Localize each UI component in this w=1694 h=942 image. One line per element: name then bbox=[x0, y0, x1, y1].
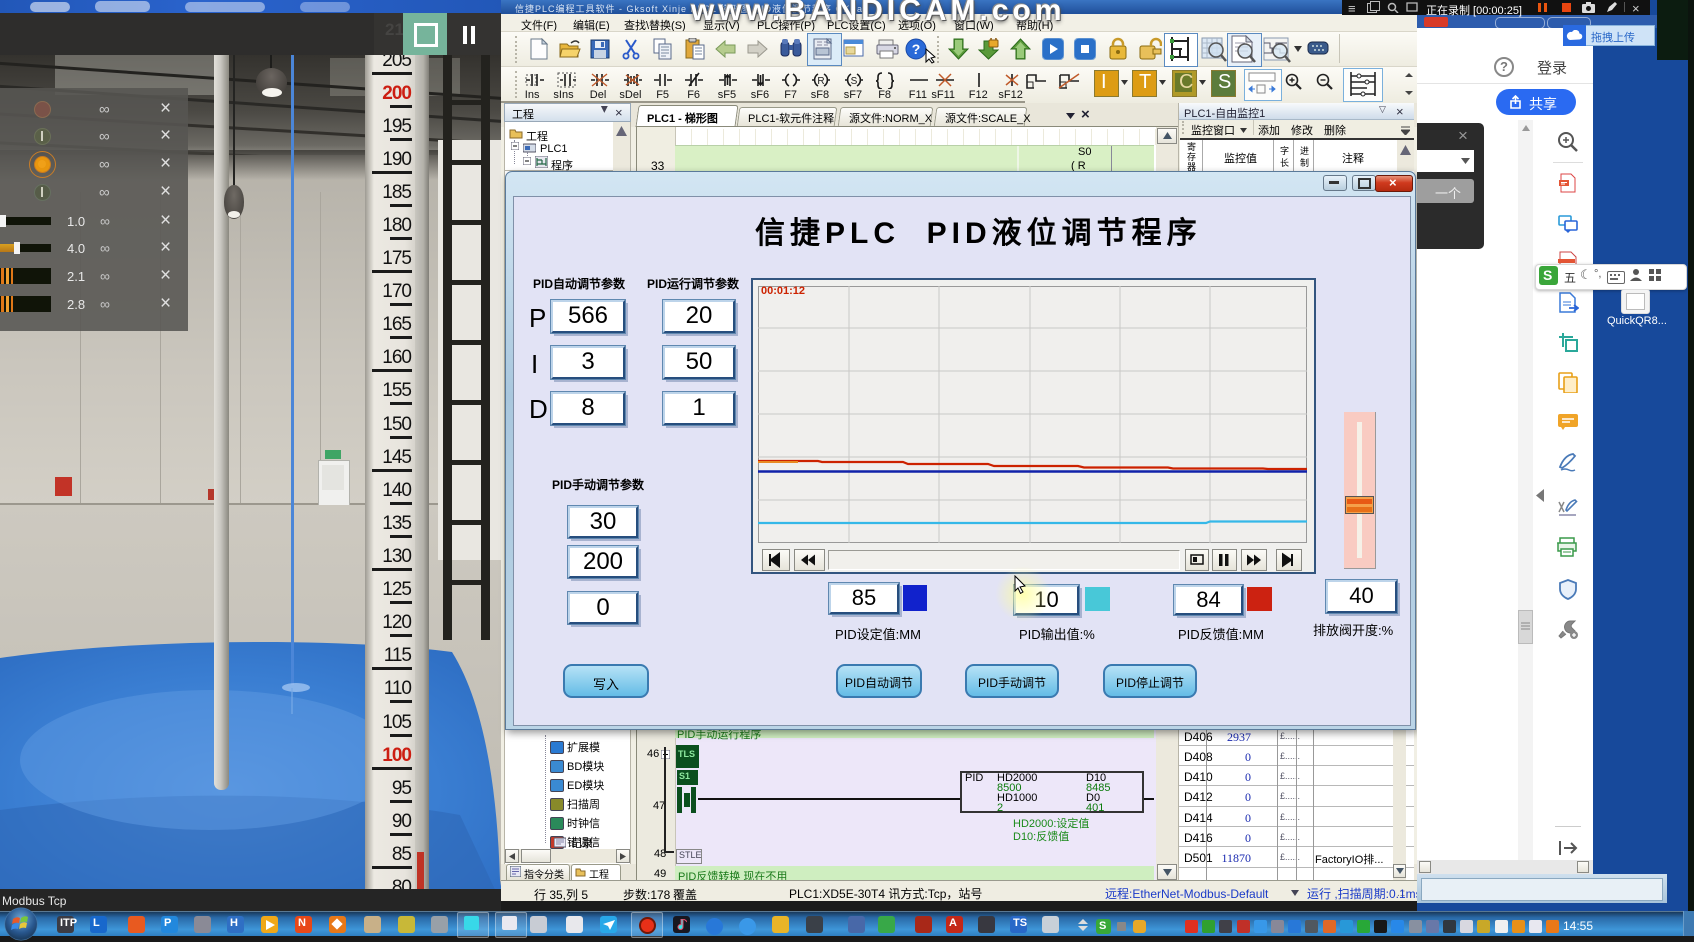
svg-text:S: S bbox=[851, 76, 858, 87]
svg-text:R: R bbox=[817, 76, 824, 87]
svg-text:?: ? bbox=[912, 41, 921, 57]
